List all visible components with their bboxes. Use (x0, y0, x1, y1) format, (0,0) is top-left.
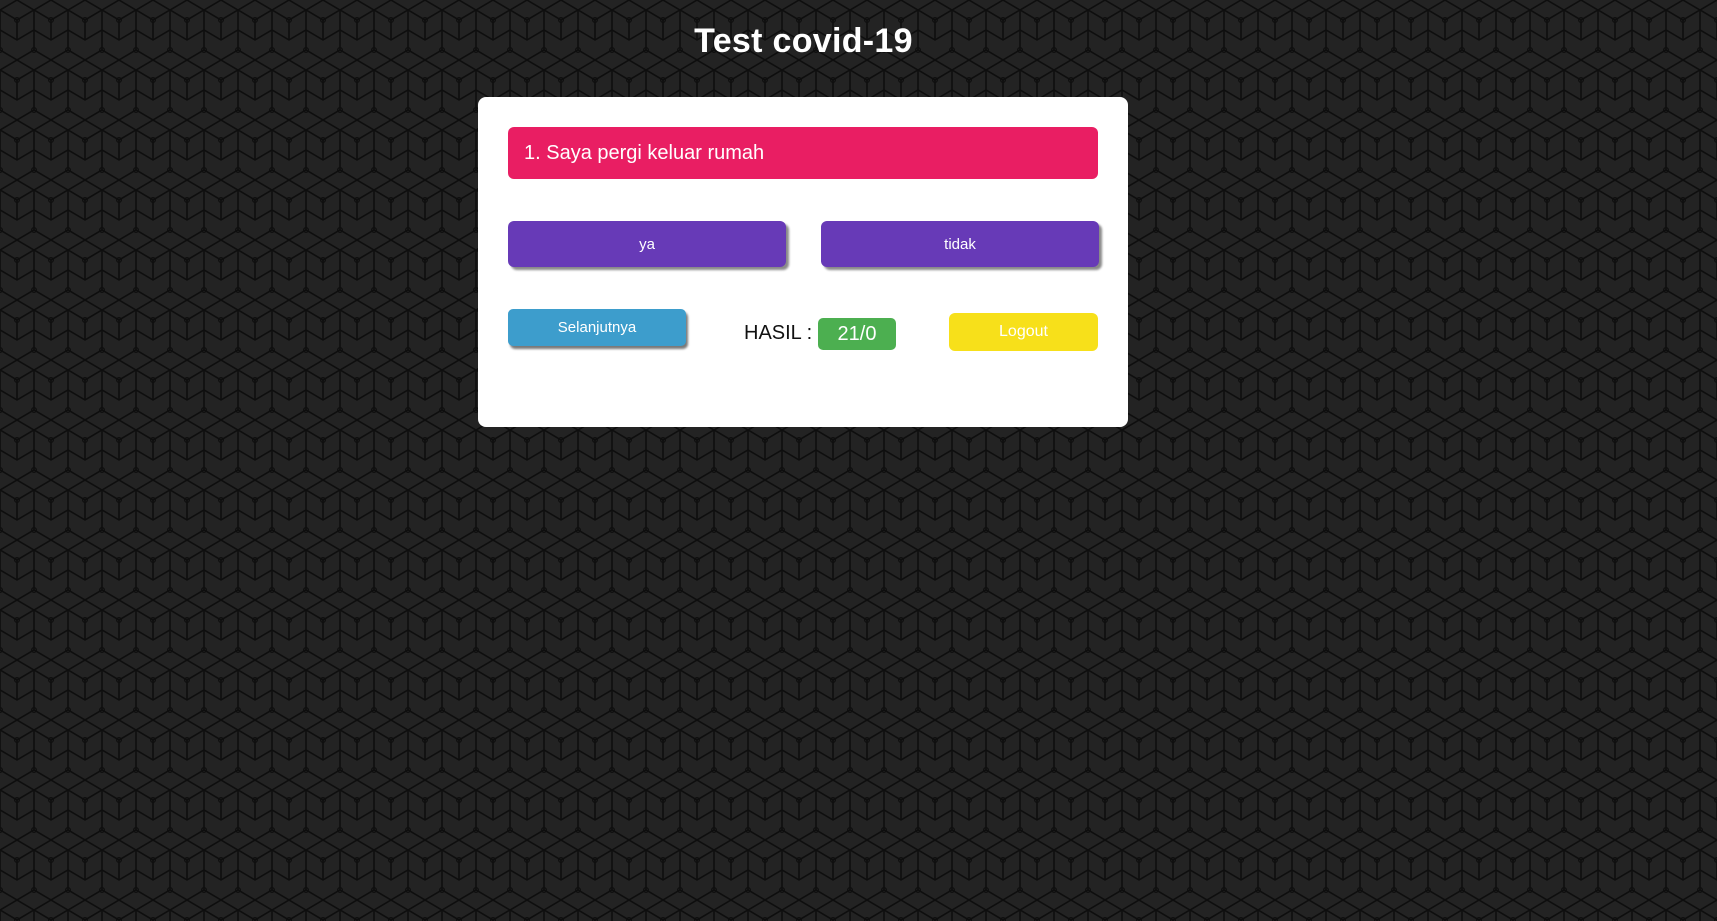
quiz-card: 1. Saya pergi keluar rumah ya tidak Sela… (478, 97, 1128, 427)
answer-yes-button[interactable]: ya (508, 221, 786, 267)
logout-button[interactable]: Logout (949, 313, 1098, 351)
next-button[interactable]: Selanjutnya (508, 309, 686, 346)
result-label: HASIL : (744, 322, 813, 344)
question-text: 1. Saya pergi keluar rumah (508, 127, 1098, 179)
answer-no-button[interactable]: tidak (821, 221, 1099, 267)
page-title: Test covid-19 (694, 22, 913, 60)
result-score-badge: 21/0 (818, 318, 896, 350)
